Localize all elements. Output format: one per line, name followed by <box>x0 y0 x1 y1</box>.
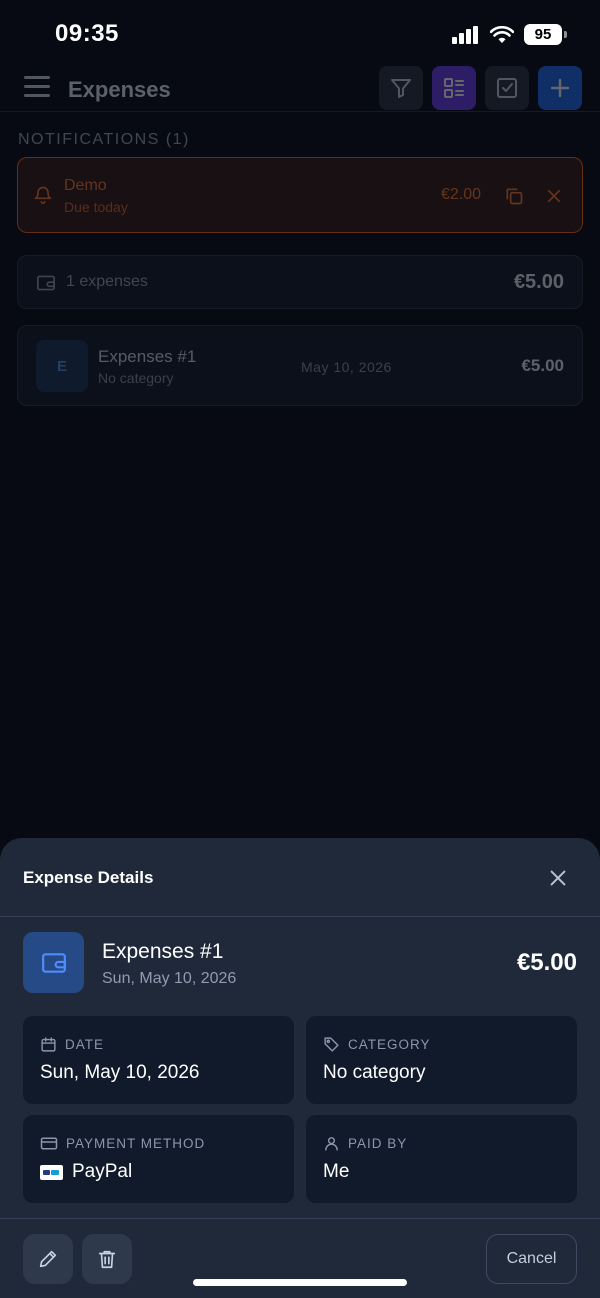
notification-name: Demo <box>64 177 107 194</box>
calendar-icon <box>41 1037 56 1052</box>
filter-icon <box>391 79 411 98</box>
edit-button[interactable] <box>23 1234 73 1284</box>
payment-method-label-row: PAYMENT METHOD <box>40 1135 205 1152</box>
divider <box>0 1218 600 1219</box>
date-card: DATE Sun, May 10, 2026 <box>23 1016 294 1104</box>
expense-category: No category <box>98 370 174 386</box>
bell-icon <box>34 186 52 205</box>
close-sheet-button[interactable] <box>544 864 572 892</box>
add-expense-button[interactable] <box>538 66 582 110</box>
expense-title: Expenses #1 <box>102 940 224 963</box>
close-icon[interactable] <box>545 187 563 205</box>
tag-icon <box>324 1037 339 1052</box>
menu-icon[interactable] <box>24 76 50 100</box>
select-mode-button[interactable] <box>485 66 529 110</box>
payment-method-value: PayPal <box>72 1161 133 1182</box>
user-icon <box>325 1137 338 1151</box>
close-icon <box>550 870 566 886</box>
date-value: Sun, May 10, 2026 <box>40 1062 200 1083</box>
plus-icon <box>550 78 570 98</box>
sheet-title: Expense Details <box>23 868 154 887</box>
expenses-total: €5.00 <box>513 271 564 293</box>
paid-by-label: PAID BY <box>348 1136 408 1151</box>
expenses-count: 1 expenses <box>66 273 148 290</box>
paypal-logo-icon <box>40 1164 63 1180</box>
paid-by-label-row: PAID BY <box>323 1135 407 1152</box>
notification-amount: €2.00 <box>441 186 482 203</box>
list-view-icon <box>444 78 464 98</box>
credit-card-icon <box>40 1137 58 1150</box>
status-indicators: 95 <box>452 24 567 45</box>
filter-button[interactable] <box>379 66 423 110</box>
category-value: No category <box>323 1062 426 1083</box>
cancel-button[interactable]: Cancel <box>486 1234 577 1284</box>
expense-subtitle-date: Sun, May 10, 2026 <box>102 970 237 987</box>
expense-date: May 10, 2026 <box>301 359 392 375</box>
pencil-icon <box>39 1250 57 1268</box>
date-label: DATE <box>65 1037 105 1052</box>
category-card: CATEGORY No category <box>306 1016 577 1104</box>
payment-method-row: PayPal <box>40 1161 132 1183</box>
wallet-icon <box>41 952 66 973</box>
expense-name: Expenses #1 <box>98 347 197 366</box>
paid-by-value: Me <box>323 1161 350 1182</box>
expense-details-sheet: Expense Details Expenses #1 Sun, May 10,… <box>0 838 600 1298</box>
expenses-summary: 1 expenses €5.00 <box>17 255 583 309</box>
battery-indicator: 95 <box>524 24 567 45</box>
status-time: 09:35 <box>55 20 119 47</box>
wifi-icon <box>490 25 514 43</box>
copy-icon[interactable] <box>504 186 524 206</box>
home-indicator <box>193 1279 407 1286</box>
delete-button[interactable] <box>82 1234 132 1284</box>
expense-avatar <box>23 932 84 993</box>
trash-icon <box>98 1250 116 1269</box>
wallet-icon <box>37 275 55 291</box>
expense-amount: €5.00 <box>521 356 564 375</box>
category-label-row: CATEGORY <box>323 1036 431 1053</box>
status-bar: 09:35 95 <box>0 0 600 66</box>
payment-method-label: PAYMENT METHOD <box>66 1136 206 1151</box>
category-label: CATEGORY <box>348 1037 431 1052</box>
page-title: Expenses <box>68 77 171 102</box>
checkbox-icon <box>497 78 517 98</box>
notifications-label: NOTIFICATIONS (1) <box>18 131 190 148</box>
paid-by-card: PAID BY Me <box>306 1115 577 1203</box>
list-item[interactable]: E Expenses #1 No category May 10, 2026 €… <box>17 325 583 406</box>
app-header: Expenses <box>0 66 600 112</box>
divider <box>0 916 600 917</box>
notification-due: Due today <box>64 199 128 215</box>
avatar: E <box>36 340 88 392</box>
payment-method-card: PAYMENT METHOD PayPal <box>23 1115 294 1203</box>
expense-total-amount: €5.00 <box>516 949 577 976</box>
signal-icon <box>452 25 478 44</box>
notification-card[interactable]: Demo Due today €2.00 <box>17 157 583 233</box>
date-label-row: DATE <box>40 1036 104 1053</box>
list-view-button[interactable] <box>432 66 476 110</box>
